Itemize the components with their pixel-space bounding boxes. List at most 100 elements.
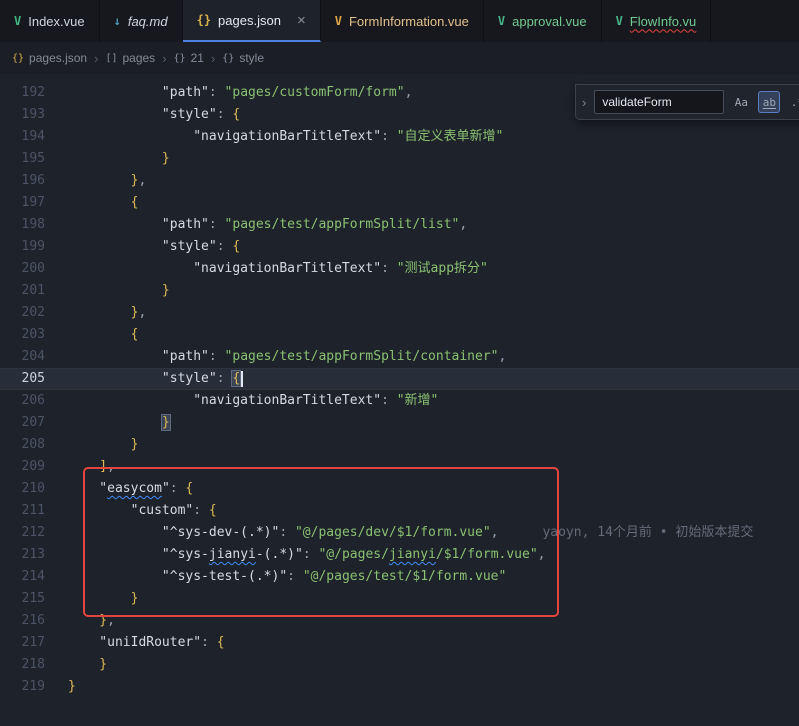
line-number[interactable]: 203 <box>0 324 45 346</box>
code-line-202[interactable]: 202 }, <box>0 302 799 324</box>
line-number[interactable]: 206 <box>0 390 45 412</box>
code-line-218[interactable]: 218 } <box>0 654 799 676</box>
line-number[interactable]: 210 <box>0 478 45 500</box>
code-line-195[interactable]: 195 } <box>0 148 799 170</box>
code-line-200[interactable]: 200 "navigationBarTitleText": "测试app拆分" <box>0 258 799 280</box>
editor: 192 "path": "pages/customForm/form",193 … <box>0 74 799 726</box>
code-line-219[interactable]: 219} <box>0 676 799 698</box>
line-number[interactable]: 197 <box>0 192 45 214</box>
line-number[interactable]: 218 <box>0 654 45 676</box>
match-case-toggle[interactable]: Aa <box>730 91 752 113</box>
code-line-213[interactable]: 213 "^sys-jianyi-(.*)": "@/pages/jianyi/… <box>0 544 799 566</box>
code-line-210[interactable]: 210 "easycom": { <box>0 478 799 500</box>
tab-Index.vue[interactable]: VIndex.vue <box>0 0 100 42</box>
line-number[interactable]: 217 <box>0 632 45 654</box>
line-number[interactable]: 212 <box>0 522 45 544</box>
tab-label: Index.vue <box>28 14 84 29</box>
tab-label: pages.json <box>218 13 281 28</box>
code-line-194[interactable]: 194 "navigationBarTitleText": "自定义表单新增" <box>0 126 799 148</box>
array-symbol-icon: [] <box>105 53 117 64</box>
code-text: "path": "pages/customForm/form", <box>45 82 412 104</box>
json-icon: {} <box>197 13 211 27</box>
breadcrumb-item-style[interactable]: {} style <box>222 51 264 65</box>
object-symbol-icon: {} <box>222 53 234 64</box>
code-text: "easycom": { <box>45 478 193 500</box>
line-number[interactable]: 208 <box>0 434 45 456</box>
line-number[interactable]: 195 <box>0 148 45 170</box>
code-line-206[interactable]: 206 "navigationBarTitleText": "新增" <box>0 390 799 412</box>
line-number[interactable]: 193 <box>0 104 45 126</box>
line-number[interactable]: 199 <box>0 236 45 258</box>
code-line-215[interactable]: 215 } <box>0 588 799 610</box>
line-number[interactable]: 213 <box>0 544 45 566</box>
chevron-right-icon[interactable]: › <box>580 95 588 110</box>
code-line-211[interactable]: 211 "custom": { <box>0 500 799 522</box>
code-line-216[interactable]: 216 }, <box>0 610 799 632</box>
tab-bar: VIndex.vue↓faq.md{}pages.json×VFormInfor… <box>0 0 799 42</box>
line-number[interactable]: 219 <box>0 676 45 698</box>
code-line-214[interactable]: 214 "^sys-test-(.*)": "@/pages/test/$1/f… <box>0 566 799 588</box>
breadcrumb-label: 21 <box>191 51 204 65</box>
code-text: } <box>45 280 170 302</box>
line-number[interactable]: 202 <box>0 302 45 324</box>
breadcrumb-item-pages.json[interactable]: {}pages.json <box>12 51 87 65</box>
code-text: } <box>45 434 138 456</box>
breadcrumb-label: style <box>239 51 264 65</box>
line-number[interactable]: 196 <box>0 170 45 192</box>
code-line-207[interactable]: 207 } <box>0 412 799 434</box>
code-line-205[interactable]: 205 "style": { <box>0 368 799 390</box>
vue-icon: V <box>616 14 623 28</box>
vue-icon: V <box>498 14 505 28</box>
code-line-196[interactable]: 196 }, <box>0 170 799 192</box>
code-line-209[interactable]: 209 ], <box>0 456 799 478</box>
line-number[interactable]: 201 <box>0 280 45 302</box>
find-input[interactable] <box>594 90 724 114</box>
line-number[interactable]: 209 <box>0 456 45 478</box>
line-number[interactable]: 204 <box>0 346 45 368</box>
git-blame-annotation: yaoyn, 14个月前 • 初始版本提交 <box>542 525 753 540</box>
code-line-201[interactable]: 201 } <box>0 280 799 302</box>
code-text: { <box>45 324 138 346</box>
breadcrumb-item-21[interactable]: {}21 <box>174 51 204 65</box>
line-number[interactable]: 200 <box>0 258 45 280</box>
tab-FlowInfo.vu[interactable]: VFlowInfo.vu <box>602 0 712 42</box>
whole-word-toggle[interactable]: ab <box>758 91 780 113</box>
line-number[interactable]: 205 <box>0 368 45 390</box>
line-number[interactable]: 198 <box>0 214 45 236</box>
tab-pages.json[interactable]: {} pages.json × <box>183 0 321 42</box>
code-text: { <box>45 192 138 214</box>
code-text: "^sys-jianyi-(.*)": "@/pages/jianyi/$1/f… <box>45 544 545 566</box>
code-line-197[interactable]: 197 { <box>0 192 799 214</box>
code-text: }, <box>45 170 146 192</box>
line-number[interactable]: 207 <box>0 412 45 434</box>
breadcrumb-separator: › <box>94 51 98 66</box>
line-number[interactable]: 194 <box>0 126 45 148</box>
close-icon[interactable]: × <box>297 13 306 28</box>
code-line-208[interactable]: 208 } <box>0 434 799 456</box>
code-text: } <box>45 412 170 434</box>
line-number[interactable]: 216 <box>0 610 45 632</box>
breadcrumb-label: pages <box>122 51 155 65</box>
breadcrumb-item-pages[interactable]: [] pages <box>105 51 155 65</box>
line-number[interactable]: 211 <box>0 500 45 522</box>
regex-toggle[interactable]: .* <box>786 91 799 113</box>
code-text: "path": "pages/test/appFormSplit/contain… <box>45 346 506 368</box>
line-number[interactable]: 214 <box>0 566 45 588</box>
code-line-203[interactable]: 203 { <box>0 324 799 346</box>
tab-FormInformation.vue[interactable]: VFormInformation.vue <box>321 0 484 42</box>
line-number[interactable]: 215 <box>0 588 45 610</box>
tab-faq.md[interactable]: ↓faq.md <box>100 0 183 42</box>
code-text: "navigationBarTitleText": "新增" <box>45 390 438 412</box>
json-file-icon: {} <box>12 53 24 64</box>
code-line-198[interactable]: 198 "path": "pages/test/appFormSplit/lis… <box>0 214 799 236</box>
code-line-212[interactable]: 212 "^sys-dev-(.*)": "@/pages/dev/$1/for… <box>0 522 799 544</box>
code-line-199[interactable]: 199 "style": { <box>0 236 799 258</box>
code-text: } <box>45 148 170 170</box>
code-text: "uniIdRouter": { <box>45 632 225 654</box>
line-number[interactable]: 192 <box>0 82 45 104</box>
tab-approval.vue[interactable]: Vapproval.vue <box>484 0 602 42</box>
code-line-204[interactable]: 204 "path": "pages/test/appFormSplit/con… <box>0 346 799 368</box>
code-text: "style": { <box>45 236 240 258</box>
code-text: "navigationBarTitleText": "测试app拆分" <box>45 258 488 280</box>
code-line-217[interactable]: 217 "uniIdRouter": { <box>0 632 799 654</box>
